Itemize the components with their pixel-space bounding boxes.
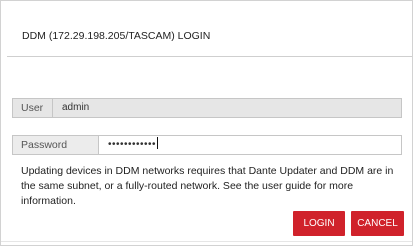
user-field: User admin [12,98,402,118]
login-dialog: DDM (172.29.198.205/TASCAM) LOGIN User a… [0,0,413,246]
cancel-button[interactable]: CANCEL [351,211,404,236]
title-divider [7,56,412,57]
password-label: Password [13,136,99,154]
password-input[interactable]: •••••••••••• [108,136,159,154]
text-caret [157,137,159,149]
password-field[interactable]: Password •••••••••••• [12,135,402,155]
user-label: User [13,99,53,117]
info-message: Updating devices in DDM networks require… [21,165,394,207]
login-button[interactable]: LOGIN [293,211,345,236]
dialog-title: DDM (172.29.198.205/TASCAM) LOGIN [22,30,211,42]
password-masked-value: •••••••••••• [108,139,157,150]
user-value: admin [62,102,90,113]
bottom-divider [1,241,412,242]
